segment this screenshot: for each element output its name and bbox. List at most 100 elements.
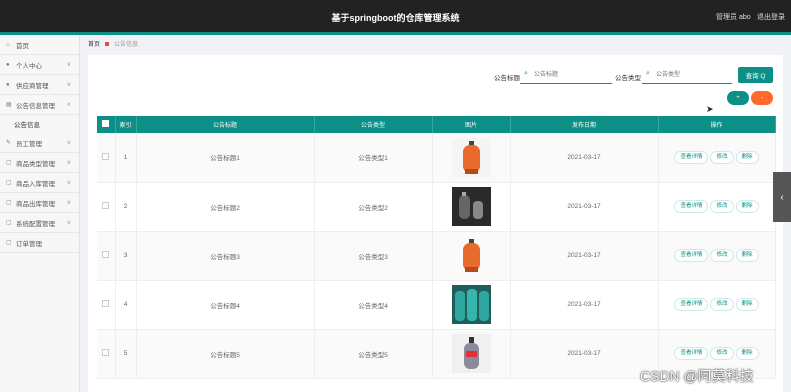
box-icon: ▢ [6, 199, 12, 206]
logout-link[interactable]: 退出登录 [757, 12, 785, 22]
row-checkbox[interactable] [102, 300, 110, 307]
app-title: 基于springboot的仓库管理系统 [331, 13, 460, 23]
row-type: 公告类型5 [314, 329, 433, 379]
row-index: 5 [115, 329, 137, 379]
breadcrumb-current: 公告信息 [114, 42, 139, 48]
sidebar-item-suppliers[interactable]: ● 供应商管理 ∨ [0, 75, 79, 95]
row-type: 公告类型4 [314, 280, 433, 330]
add-button[interactable]: + [727, 91, 749, 105]
sidebar-item-label: 系统配置管理 [16, 220, 55, 228]
row-checkbox[interactable] [102, 349, 110, 356]
table-header-row: 索引 公告标题 公告类型 图片 发布日期 操作 [97, 116, 776, 133]
edit-button[interactable]: 修改 [710, 298, 734, 311]
view-details-button[interactable]: 查看详情 [674, 200, 709, 213]
sidebar-item-label: 商品出库管理 [16, 200, 55, 208]
table-row: 3 公告标题3 公告类型3 2021-03-17 查看详情 修改 删除 [97, 231, 776, 281]
row-index: 4 [115, 280, 137, 330]
sidebar-item-label: 订单管理 [16, 240, 42, 248]
edit-button[interactable]: 修改 [710, 150, 734, 164]
sidebar-item-profile[interactable]: ● 个人中心 ∨ [0, 55, 79, 75]
sidebar-item-label: 商品类型管理 [16, 160, 55, 168]
notice-table: 索引 公告标题 公告类型 图片 发布日期 操作 1 公告标题1 公告类型1 20… [97, 116, 776, 379]
table-row: 1 公告标题1 公告类型1 2021-03-17 查看详情 修改 删除 [97, 133, 776, 183]
chevron-left-icon: ‹ [780, 191, 784, 203]
collapse-panel-tab[interactable]: ‹ [773, 172, 791, 222]
file-icon: ▤ [6, 101, 12, 108]
row-checkbox[interactable] [102, 251, 110, 258]
row-title: 公告标题3 [136, 231, 315, 281]
view-details-button[interactable]: 查看详情 [674, 249, 709, 262]
sidebar: ⌂ 首页 ● 个人中心 ∨ ● 供应商管理 ∨ ▤ 公告信息管理 ∧ 公告信息 … [0, 35, 80, 392]
sidebar-item-label: 首页 [16, 42, 29, 50]
delete-button[interactable]: - [751, 91, 773, 105]
chevron-down-icon: ∨ [66, 220, 71, 226]
sidebar-item-label: 个人中心 [16, 62, 42, 70]
chevron-down-icon: ∨ [66, 140, 71, 146]
delete-row-button[interactable]: 删除 [735, 249, 759, 262]
row-checkbox[interactable] [102, 152, 110, 160]
sidebar-subitem-notice-info[interactable]: 公告信息 [0, 115, 79, 133]
sidebar-item-label: 供应商管理 [16, 82, 49, 90]
row-title: 公告标题5 [136, 329, 315, 379]
row-type: 公告类型3 [314, 231, 433, 281]
row-type: 公告类型1 [314, 133, 433, 183]
sidebar-item-label: 公告信息 [14, 122, 40, 129]
delete-row-button[interactable]: 删除 [735, 200, 759, 213]
row-date: 2021-03-17 [510, 280, 659, 330]
search-title-input[interactable] [520, 66, 612, 84]
row-title: 公告标题2 [136, 182, 315, 232]
sidebar-item-system-config[interactable]: ▢ 系统配置管理 ∨ [0, 213, 79, 233]
table-row: 4 公告标题4 公告类型4 2021-03-17 查看详情 修改 删除 [97, 280, 776, 330]
sidebar-item-label: 公告信息管理 [16, 102, 55, 110]
chevron-down-icon: ∨ [66, 82, 71, 88]
search-title-label: 公告标题 [494, 75, 520, 82]
gas-cylinder-thumbnail [451, 236, 491, 275]
edit-button[interactable]: 修改 [710, 200, 734, 213]
pin-icon: ✎ [6, 139, 12, 146]
sidebar-item-notices[interactable]: ▤ 公告信息管理 ∧ [0, 95, 79, 115]
row-type: 公告类型2 [314, 182, 433, 232]
user-icon: ● [6, 81, 10, 88]
box-icon: ▢ [6, 239, 12, 246]
mouse-cursor-icon: ➤ [706, 104, 714, 114]
sidebar-item-employees[interactable]: ✎ 员工管理 ∨ [0, 133, 79, 153]
sidebar-item-label: 员工管理 [16, 140, 42, 148]
edit-button[interactable]: 修改 [710, 249, 734, 262]
row-date: 2021-03-17 [510, 231, 659, 281]
row-index: 3 [115, 231, 137, 281]
current-user-label: 管理员 abo [716, 14, 751, 21]
search-icon: ⌕ [646, 70, 650, 77]
sidebar-item-home[interactable]: ⌂ 首页 [0, 35, 79, 55]
sidebar-item-stock-out[interactable]: ▢ 商品出库管理 ∨ [0, 193, 79, 213]
search-type-input[interactable] [642, 66, 732, 84]
sidebar-item-product-types[interactable]: ▢ 商品类型管理 ∨ [0, 153, 79, 173]
sidebar-item-orders[interactable]: ▢ 订单管理 [0, 233, 79, 253]
view-details-button[interactable]: 查看详情 [674, 347, 709, 360]
edit-button[interactable]: 修改 [710, 347, 734, 360]
breadcrumb-home[interactable]: 首页 [88, 42, 100, 48]
search-button[interactable]: 查询 Q [738, 67, 773, 83]
chevron-down-icon: ∨ [66, 180, 71, 186]
row-date: 2021-03-17 [510, 329, 659, 379]
gas-cylinder-thumbnail [451, 187, 491, 226]
column-header: 操作 [658, 116, 776, 133]
delete-row-button[interactable]: 删除 [735, 298, 759, 311]
search-icon: ⌕ [524, 70, 528, 77]
accent-bar [0, 32, 791, 35]
delete-row-button[interactable]: 删除 [735, 150, 759, 164]
row-date: 2021-03-17 [510, 133, 659, 183]
row-checkbox[interactable] [102, 202, 110, 209]
chevron-down-icon: ∨ [66, 62, 71, 68]
column-header: 公告类型 [314, 116, 433, 133]
select-all-checkbox[interactable] [102, 120, 110, 127]
user-icon: ● [6, 61, 10, 68]
delete-row-button[interactable]: 删除 [735, 347, 759, 360]
select-all-header[interactable] [97, 116, 116, 133]
chevron-up-icon: ∧ [66, 102, 71, 108]
row-index: 2 [115, 182, 137, 232]
sidebar-item-stock-in[interactable]: ▢ 商品入库管理 ∨ [0, 173, 79, 193]
watermark: CSDN @阿莫科技 [640, 368, 754, 384]
view-details-button[interactable]: 查看详情 [674, 298, 709, 311]
view-details-button[interactable]: 查看详情 [674, 150, 709, 164]
column-header: 索引 [115, 116, 137, 133]
